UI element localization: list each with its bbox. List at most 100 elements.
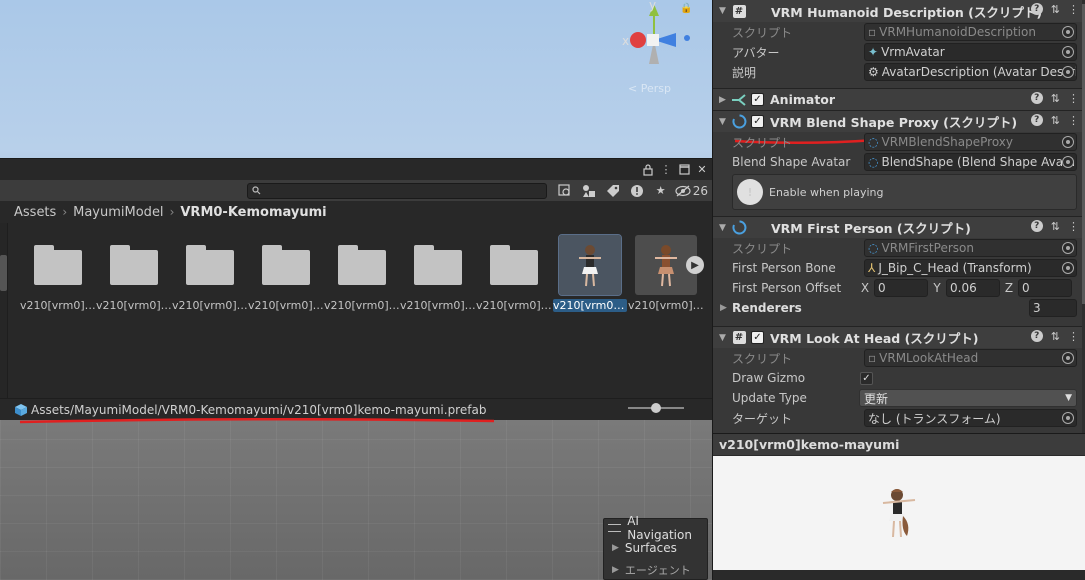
favorites-star-icon[interactable]: ★ <box>651 182 671 200</box>
component-header-animator[interactable]: ▶ ✓ Animator ? ⇅ ⋮ <box>713 88 1085 110</box>
expand-arrow-icon[interactable]: ▶ <box>720 303 732 313</box>
asset-folder[interactable]: v210[vrm0]kemo-mayumi.MetaObject <box>324 235 400 315</box>
object-picker-icon[interactable] <box>1062 412 1074 424</box>
collapse-arrow-icon[interactable]: ▼ <box>719 333 731 343</box>
close-icon[interactable]: ✕ <box>696 163 708 176</box>
component-header-lookat[interactable]: ▼ # ✓ VRM Look At Head (スクリプト) ? ⇅ ⋮ <box>713 326 1085 348</box>
component-header-humanoid[interactable]: ▼ # VRM Humanoid Description (スクリプト) ? ⇅… <box>713 0 1085 22</box>
avatar-field[interactable]: ✦ VrmAvatar <box>864 43 1077 61</box>
prefab-cube-icon <box>15 403 27 416</box>
kebab-menu-icon[interactable]: ⋮ <box>1068 92 1079 105</box>
expand-subassets-button[interactable]: ▶ <box>686 256 704 274</box>
lock-icon[interactable] <box>642 163 654 176</box>
hidden-packages-toggle[interactable]: 26 <box>675 184 708 198</box>
object-picker-icon[interactable] <box>1062 66 1074 78</box>
maximize-icon[interactable] <box>678 164 690 176</box>
help-icon[interactable]: ? <box>1030 330 1043 342</box>
description-field[interactable]: ⚙ AvatarDescription (Avatar Description) <box>864 63 1077 81</box>
breadcrumb-mayumimodel[interactable]: MayumiModel <box>73 205 163 220</box>
ai-navigation-overlay[interactable]: AI Navigation ▶ Surfaces ▶ エージェント <box>603 514 708 580</box>
preview-viewport[interactable] <box>713 456 1085 570</box>
search-field[interactable] <box>246 182 547 199</box>
folder-icon <box>338 245 386 285</box>
preset-icon[interactable]: ⇅ <box>1051 114 1060 127</box>
help-icon[interactable]: ? <box>1030 220 1043 232</box>
filter-by-type-icon[interactable] <box>579 182 599 200</box>
persp-label[interactable]: < Persp <box>628 82 671 95</box>
enabled-checkbox[interactable]: ✓ <box>751 93 764 106</box>
draw-gizmo-checkbox[interactable]: ✓ <box>860 371 873 385</box>
preset-icon[interactable]: ⇅ <box>1051 3 1060 16</box>
offset-x-input[interactable]: 0 <box>874 279 928 297</box>
object-picker-icon[interactable] <box>1062 262 1074 274</box>
preset-icon[interactable]: ⇅ <box>1051 330 1060 343</box>
slider-knob[interactable] <box>651 403 661 413</box>
component-title: VRM Look At Head (スクリプト) <box>770 331 979 346</box>
folder-icon <box>414 245 462 285</box>
prop-renderers[interactable]: ▶ Renderers 3 <box>713 298 1085 318</box>
help-icon[interactable]: ? <box>1030 114 1043 126</box>
asset-folder[interactable]: v210[vrm0]kemo-mayumi.Avatar <box>20 235 96 315</box>
offset-y-input[interactable]: 0.06 <box>946 279 1000 297</box>
target-field[interactable]: なし (トランスフォーム) <box>864 409 1077 427</box>
search-by-type-icon[interactable] <box>555 182 575 200</box>
filter-by-label-icon[interactable] <box>603 182 623 200</box>
component-header-firstperson[interactable]: ▼ VRM First Person (スクリプト) ? ⇅ ⋮ <box>713 216 1085 238</box>
prop-script: スクリプト ▫ VRMLookAtHead <box>713 348 1085 368</box>
kebab-menu-icon[interactable]: ⋮ <box>660 163 672 176</box>
first-person-bone-field[interactable]: ⅄ J_Bip_C_Head (Transform) <box>864 259 1077 277</box>
drag-handle-icon[interactable] <box>608 524 622 532</box>
kebab-menu-icon[interactable]: ⋮ <box>1068 220 1079 233</box>
asset-folder[interactable]: v210[vrm0]kemo-mayumi.Textures <box>400 235 476 315</box>
folder-tree-scrollbar[interactable] <box>0 223 8 399</box>
object-picker-icon[interactable] <box>1062 156 1074 168</box>
dropdown-arrow-icon: ▼ <box>1065 393 1072 403</box>
help-icon[interactable]: ? <box>1030 3 1043 15</box>
ai-nav-item-agent[interactable]: ▶ エージェント <box>604 559 707 580</box>
search-input[interactable] <box>260 184 521 197</box>
scene-lock-icon[interactable]: 🔒 <box>680 3 692 14</box>
asset-folder[interactable]: v210[vrm0]kemo-mayumi.Models <box>476 235 552 315</box>
blendshape-icon: ◌ <box>868 155 879 169</box>
enabled-checkbox[interactable]: ✓ <box>751 115 764 128</box>
prop-script: スクリプト ▫ VRMHumanoidDescription <box>713 22 1085 42</box>
chevron-right-icon: › <box>62 205 68 219</box>
asset-label: v210[vrm0]kemo-mayumi.BlendShapes <box>96 299 172 312</box>
kebab-menu-icon[interactable]: ⋮ <box>1068 330 1079 343</box>
preset-icon[interactable]: ⇅ <box>1051 220 1060 233</box>
script-field: ◌ VRMFirstPerson <box>864 239 1077 257</box>
expand-arrow-icon[interactable]: ▶ <box>719 95 731 105</box>
asset-prefab-selected[interactable]: v210[vrm0]kemo-mayumi <box>552 234 628 315</box>
project-panel[interactable]: ⋮ ✕ ★ 26 Assets › MayumiModel › VRM0-Kem… <box>0 158 712 420</box>
asset-folder[interactable]: v210[vrm0]kemo-mayumi.Meshes <box>248 235 324 315</box>
asset-folder[interactable]: v210[vrm0]kemo-mayumi.BlendShapes <box>96 235 172 315</box>
prop-update-type: Update Type 更新 ▼ <box>713 388 1085 408</box>
offset-z-input[interactable]: 0 <box>1018 279 1072 297</box>
preset-icon[interactable]: ⇅ <box>1051 92 1060 105</box>
breadcrumb: Assets › MayumiModel › VRM0-Kemomayumi <box>0 201 712 223</box>
asset-label: v210[vrm0]kemo-mayumi <box>553 299 627 312</box>
renderers-count-input[interactable]: 3 <box>1029 299 1077 317</box>
kebab-menu-icon[interactable]: ⋮ <box>1068 3 1079 16</box>
component-header-blendshape[interactable]: ▼ ✓ VRM Blend Shape Proxy (スクリプト) ? ⇅ ⋮ <box>713 110 1085 132</box>
asset-model[interactable]: v210[vrm0]kemo-mayumi <box>628 235 704 315</box>
thumbnail-size-slider[interactable] <box>628 403 684 413</box>
collapse-arrow-icon[interactable]: ▼ <box>719 117 731 127</box>
component-title: VRM Humanoid Description (スクリプト) <box>771 4 1043 20</box>
firstperson-icon <box>731 220 747 236</box>
blend-shape-avatar-field[interactable]: ◌ BlendShape (Blend Shape Avatar) <box>864 153 1077 171</box>
update-type-dropdown[interactable]: 更新 ▼ <box>859 389 1077 407</box>
asset-preview-panel[interactable]: v210[vrm0]kemo-mayumi <box>712 433 1085 580</box>
asset-label: v210[vrm0]kemo-mayumi.Materials <box>172 299 248 312</box>
breadcrumb-current[interactable]: VRM0-Kemomayumi <box>180 205 326 220</box>
kebab-menu-icon[interactable]: ⋮ <box>1068 114 1079 127</box>
enabled-checkbox[interactable]: ✓ <box>751 331 764 344</box>
inspector-panel[interactable]: ▼ # VRM Humanoid Description (スクリプト) ? ⇅… <box>712 0 1085 433</box>
log-filter-icon[interactable] <box>627 182 647 200</box>
help-icon[interactable]: ? <box>1030 92 1043 104</box>
breadcrumb-assets[interactable]: Assets <box>14 205 56 220</box>
asset-folder[interactable]: v210[vrm0]kemo-mayumi.Materials <box>172 235 248 315</box>
object-picker-icon[interactable] <box>1062 46 1074 58</box>
collapse-arrow-icon[interactable]: ▼ <box>719 223 731 233</box>
collapse-arrow-icon[interactable]: ▼ <box>719 6 731 16</box>
